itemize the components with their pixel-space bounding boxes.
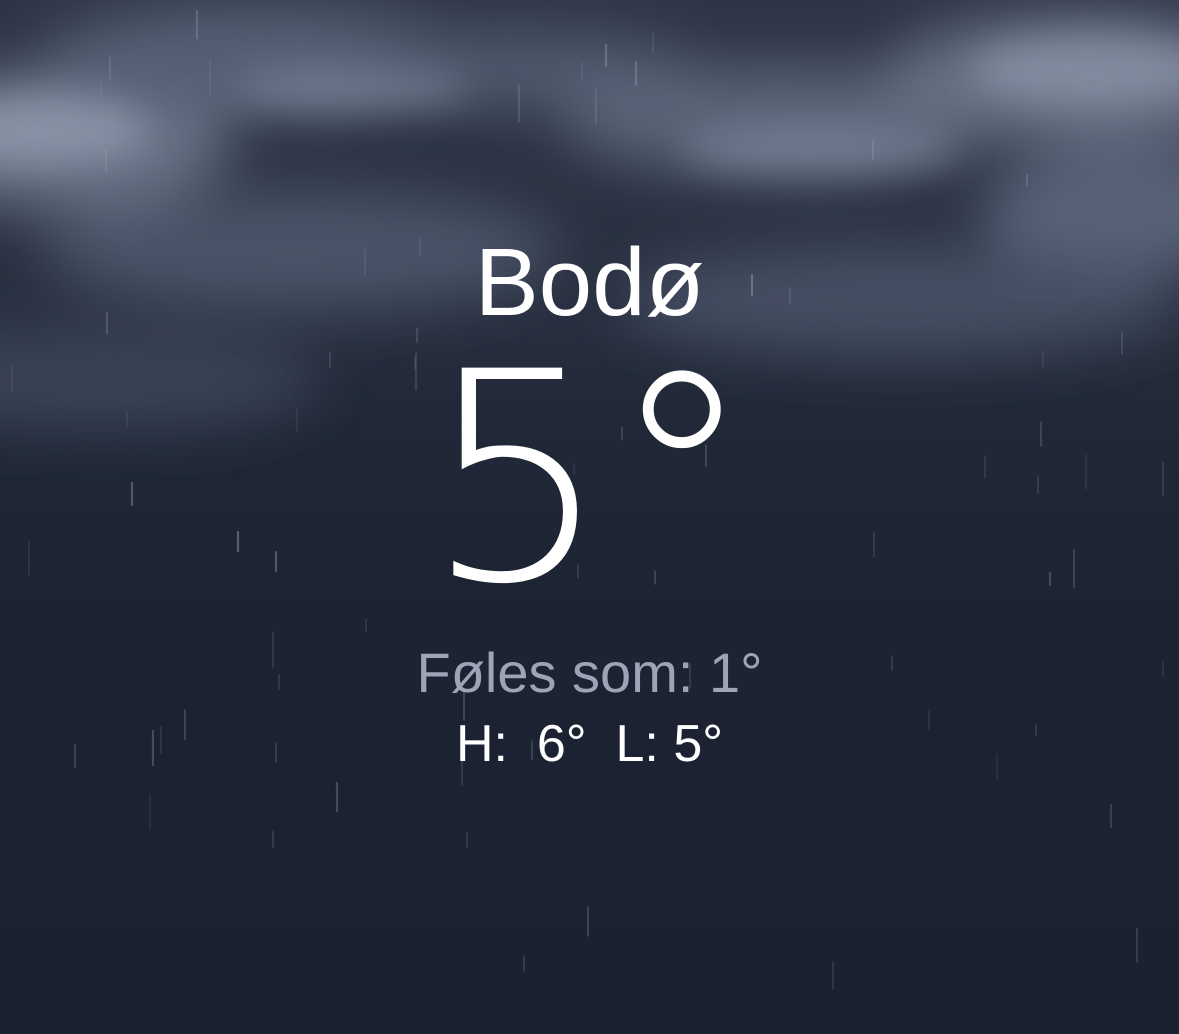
current-weather-header: Bodø 5° Føles som: 1° H: 6° L: 5°: [0, 0, 1179, 1034]
feels-like-text: Føles som: 1°: [416, 641, 763, 704]
high-low-range: H: 6° L: 5°: [0, 713, 1179, 775]
weather-screen: Bodø 5° Føles som: 1° H: 6° L: 5°: [0, 0, 1179, 1034]
high-label: H:: [455, 715, 508, 773]
low-value: 5°: [673, 715, 724, 773]
current-temperature: 5°: [0, 311, 1179, 648]
low-label: L:: [615, 715, 659, 773]
high-value: 6°: [536, 715, 587, 773]
temperature-value: 5°: [424, 311, 755, 648]
